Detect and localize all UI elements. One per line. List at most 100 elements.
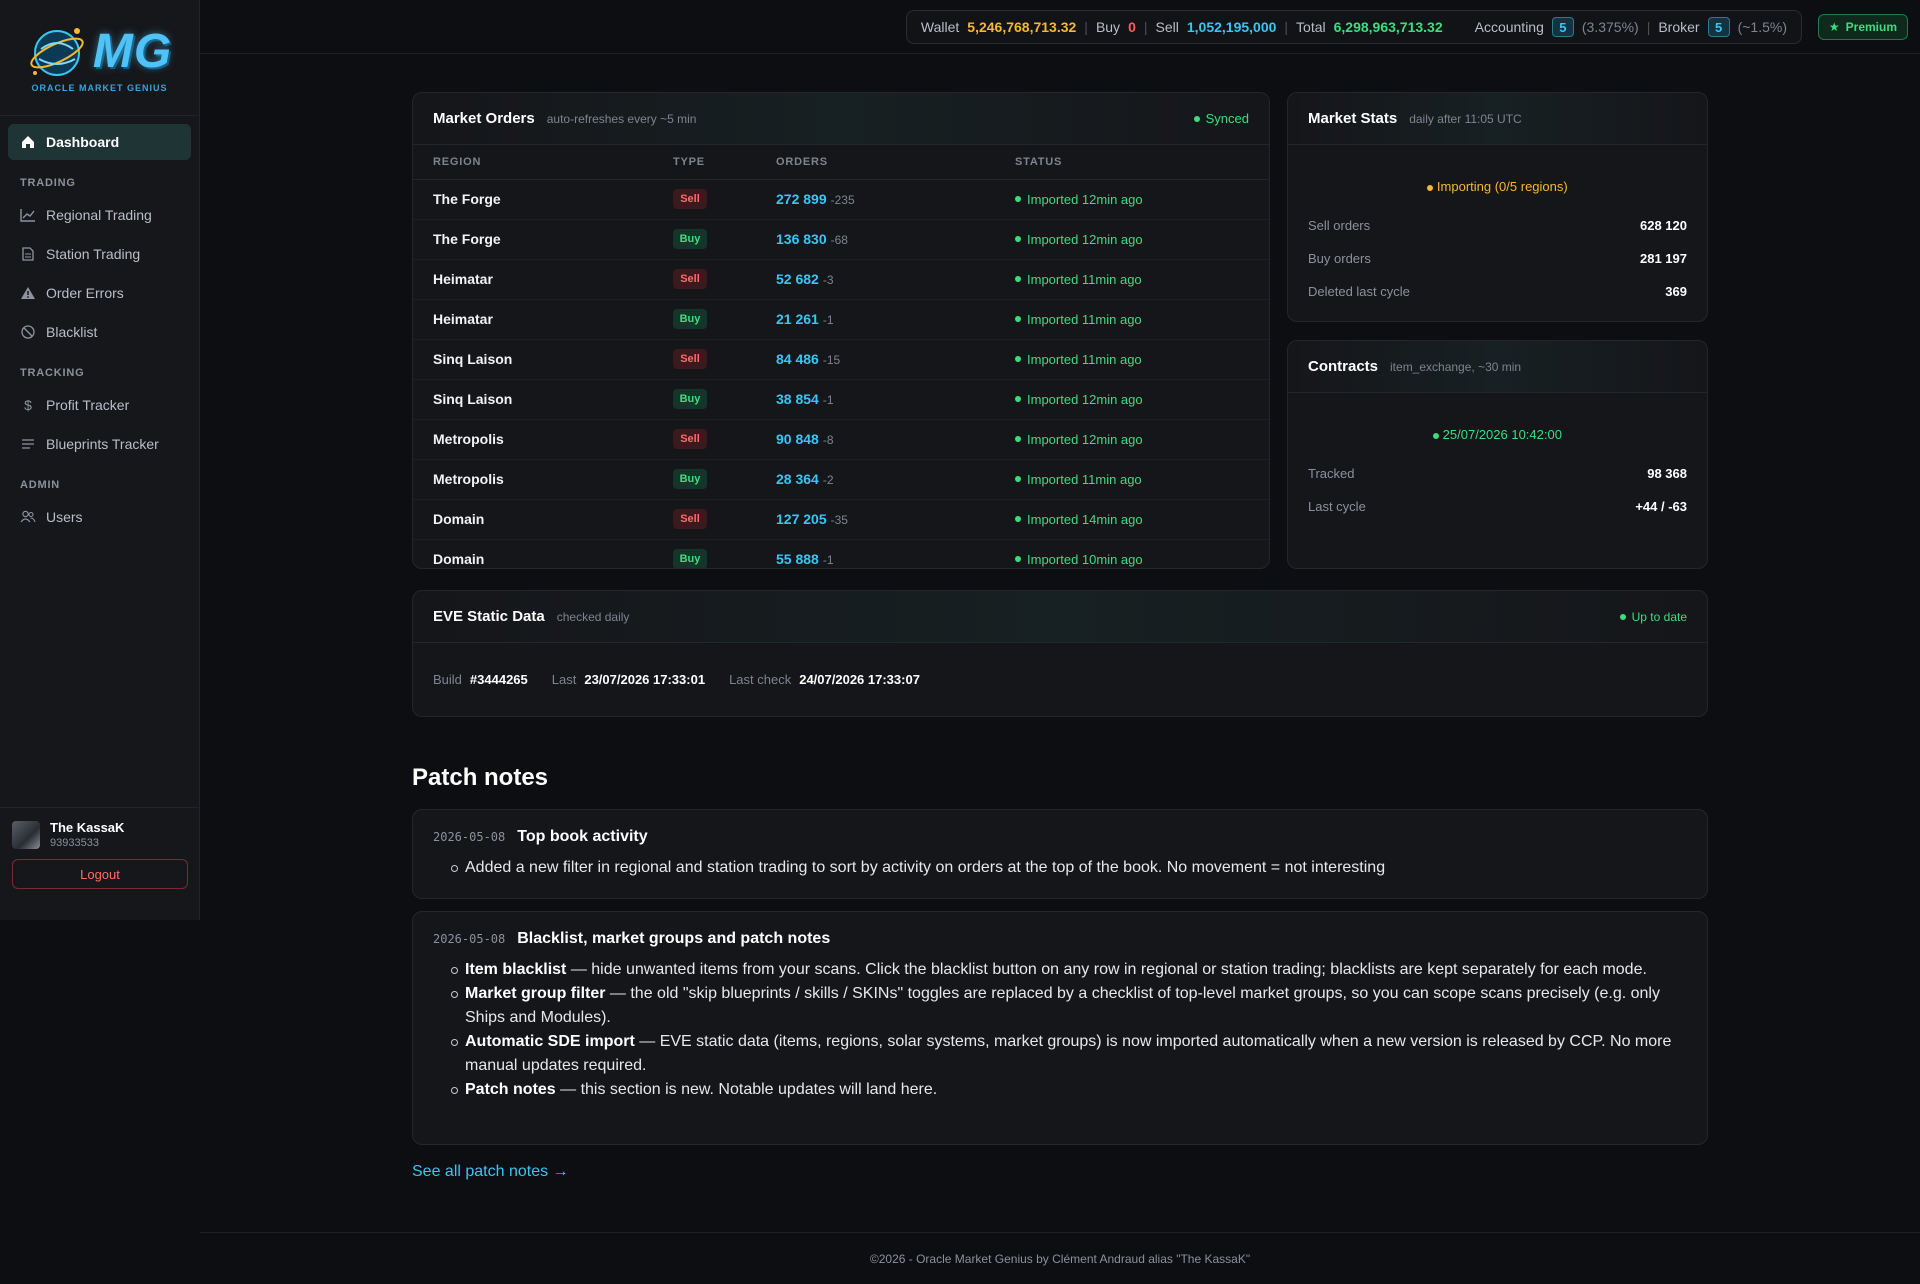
table-row[interactable]: Sinq Laison Sell 84 486 -15 Imported 11min a… xyxy=(413,339,1269,380)
logo-subtitle: ORACLE MARKET GENIUS xyxy=(31,82,168,93)
patch-note-card: 2026-05-08 Top book activity Added a new… xyxy=(412,809,1708,899)
orders-cell: 55 888 -1 xyxy=(756,539,995,568)
status-label: Imported 12min ago xyxy=(1027,191,1143,207)
table-row[interactable]: Metropolis Buy 28 364 -2 Imported 11min ago xyxy=(413,459,1269,500)
list-item: Automatic SDE import — EVE static data (… xyxy=(451,1030,1687,1078)
region-cell: Heimatar xyxy=(413,299,653,340)
sidebar-item-station-trading[interactable]: Station Trading xyxy=(8,236,191,272)
note-title: Top book activity xyxy=(517,828,648,845)
footer-text: ©2026 - Oracle Market Genius by Clément … xyxy=(869,1251,1251,1266)
region-cell: Domain xyxy=(433,551,485,567)
status-label: Imported 11min ago xyxy=(1027,271,1142,287)
column-header-orders: ORDERS xyxy=(756,145,995,180)
type-badge: Sell xyxy=(673,189,707,209)
table-row[interactable]: Heimatar Sell 52 682 -3 Imported 11min ago xyxy=(413,259,1269,300)
stat-value: +44 / -63 xyxy=(1635,499,1687,514)
nav-section-admin: ADMIN xyxy=(20,479,61,491)
broker-level-badge: 5 xyxy=(1707,17,1730,37)
sidebar-item-blacklist[interactable]: Blacklist xyxy=(8,314,191,350)
order-delta: -1 xyxy=(822,553,834,567)
status-dot-icon xyxy=(1015,236,1021,242)
line-chart-icon xyxy=(20,207,36,223)
note-header: 2026-05-08 Blacklist, market groups and … xyxy=(433,930,1687,948)
region-cell: The Forge xyxy=(413,179,653,220)
wallet-value: 5,246,768,713.32 xyxy=(967,19,1077,35)
sidebar-item-blueprints-tracker[interactable]: Blueprints Tracker xyxy=(8,426,191,462)
sell-label: Sell xyxy=(1155,19,1179,35)
build-label: Build xyxy=(433,671,462,687)
table-row[interactable]: Domain Sell 127 205 -35 Imported 14min ago xyxy=(413,499,1269,540)
table-row[interactable]: Sinq Laison Buy 38 854 -1 Imported 12min ago xyxy=(413,379,1269,420)
order-count: 55 888 xyxy=(776,551,819,567)
orders-cell: 136 830 -68 xyxy=(756,219,995,260)
note-item-heading: Item blacklist xyxy=(465,961,567,978)
divider: | xyxy=(1646,19,1651,35)
divider: | xyxy=(1084,19,1088,35)
column-header-type: TYPE xyxy=(653,145,756,180)
type-cell: Sell xyxy=(653,259,756,300)
table-row[interactable]: The Forge Sell 272 899 -235 Imported 12min a… xyxy=(413,179,1269,220)
order-delta: -1 xyxy=(822,313,834,327)
premium-badge[interactable]: ★ Premium xyxy=(1817,14,1908,40)
import-status: Imported 12min ago xyxy=(1015,220,1249,259)
sidebar-item-profit-tracker[interactable]: $ Profit Tracker xyxy=(8,387,191,423)
users-icon xyxy=(20,509,36,525)
list-item: Patch notes — this section is new. Notab… xyxy=(451,1078,1687,1102)
sidebar-item-dashboard[interactable]: Dashboard xyxy=(8,124,191,160)
market-stats-card: Market Stats daily after 11:05 UTC Impor… xyxy=(1287,92,1708,322)
table-row[interactable]: Domain Buy 55 888 -1 Imported 10min ago xyxy=(413,539,1269,568)
logout-button[interactable]: Logout xyxy=(12,859,188,889)
card-title: EVE Static Data xyxy=(433,608,545,625)
card-header: Contracts item_exchange, ~30 min xyxy=(1288,341,1707,393)
status-dot-icon xyxy=(1619,613,1626,620)
status-dot-icon xyxy=(1015,356,1021,362)
column-header-status: STATUS xyxy=(995,145,1269,180)
type-badge: Buy xyxy=(673,469,707,489)
nav-section-trading: TRADING xyxy=(20,177,76,189)
note-item-text: — the old "skip blueprints / skills / SK… xyxy=(465,985,1660,1026)
sidebar-item-label: Users xyxy=(46,509,83,525)
orders-cell: 84 486 -15 xyxy=(756,339,995,380)
card-subtitle: checked daily xyxy=(556,609,630,624)
table-row[interactable]: The Forge Buy 136 830 -68 Imported 12min ago xyxy=(413,219,1269,260)
user-name: The KassaK xyxy=(50,820,125,835)
type-badge: Buy xyxy=(673,309,707,329)
type-badge: Buy xyxy=(673,389,707,409)
order-delta: -3 xyxy=(822,273,834,287)
sidebar: MG ORACLE MARKET GENIUS Dashboard TRADIN… xyxy=(0,0,200,920)
order-count: 38 854 xyxy=(776,391,819,407)
orders-table-body: The Forge Sell 272 899 -235 Imported 12min a… xyxy=(413,179,1269,568)
buy-label: Buy xyxy=(1095,19,1121,35)
logo-mark: MG xyxy=(27,23,172,81)
status-cell: Imported 12min ago xyxy=(995,219,1269,260)
broker-label: Broker xyxy=(1658,19,1700,35)
status-dot-icon xyxy=(1015,276,1021,282)
status-cell: Imported 11min ago xyxy=(995,259,1269,300)
divider: | xyxy=(1284,19,1289,35)
table-row[interactable]: Heimatar Buy 21 261 -1 Imported 11min ago xyxy=(413,299,1269,340)
status-label: Imported 14min ago xyxy=(1027,511,1143,527)
sidebar-item-order-errors[interactable]: Order Errors xyxy=(8,275,191,311)
region-cell: Metropolis xyxy=(413,459,653,500)
card-subtitle: item_exchange, ~30 min xyxy=(1390,359,1522,374)
type-cell: Sell xyxy=(653,179,756,220)
table-row[interactable]: Metropolis Sell 90 848 -8 Imported 12min ago xyxy=(413,419,1269,460)
order-count: 21 261 xyxy=(776,311,819,327)
dollar-icon: $ xyxy=(24,397,32,413)
list-item: Market group filter — the old "skip blue… xyxy=(451,982,1687,1030)
card-title: Market Stats xyxy=(1308,110,1398,127)
status-label: Imported 11min ago xyxy=(1027,471,1142,487)
import-status: Imported 12min ago xyxy=(1015,420,1249,459)
type-cell: Buy xyxy=(653,219,756,260)
brand-logo[interactable]: MG ORACLE MARKET GENIUS xyxy=(0,0,199,116)
sidebar-item-regional-trading[interactable]: Regional Trading xyxy=(8,197,191,233)
note-item-text: Added a new filter in regional and stati… xyxy=(465,859,1386,876)
note-title: Blacklist, market groups and patch notes xyxy=(517,930,831,947)
type-badge: Sell xyxy=(673,509,707,529)
order-delta: -15 xyxy=(822,353,841,367)
sidebar-item-users[interactable]: Users xyxy=(8,499,191,535)
region-cell: Heimatar xyxy=(413,259,653,300)
logo-text: MG xyxy=(92,25,173,78)
sidebar-nav: Dashboard TRADING Regional Trading Stati… xyxy=(0,116,199,546)
see-all-patch-notes-link[interactable]: See all patch notes → xyxy=(412,1163,569,1181)
